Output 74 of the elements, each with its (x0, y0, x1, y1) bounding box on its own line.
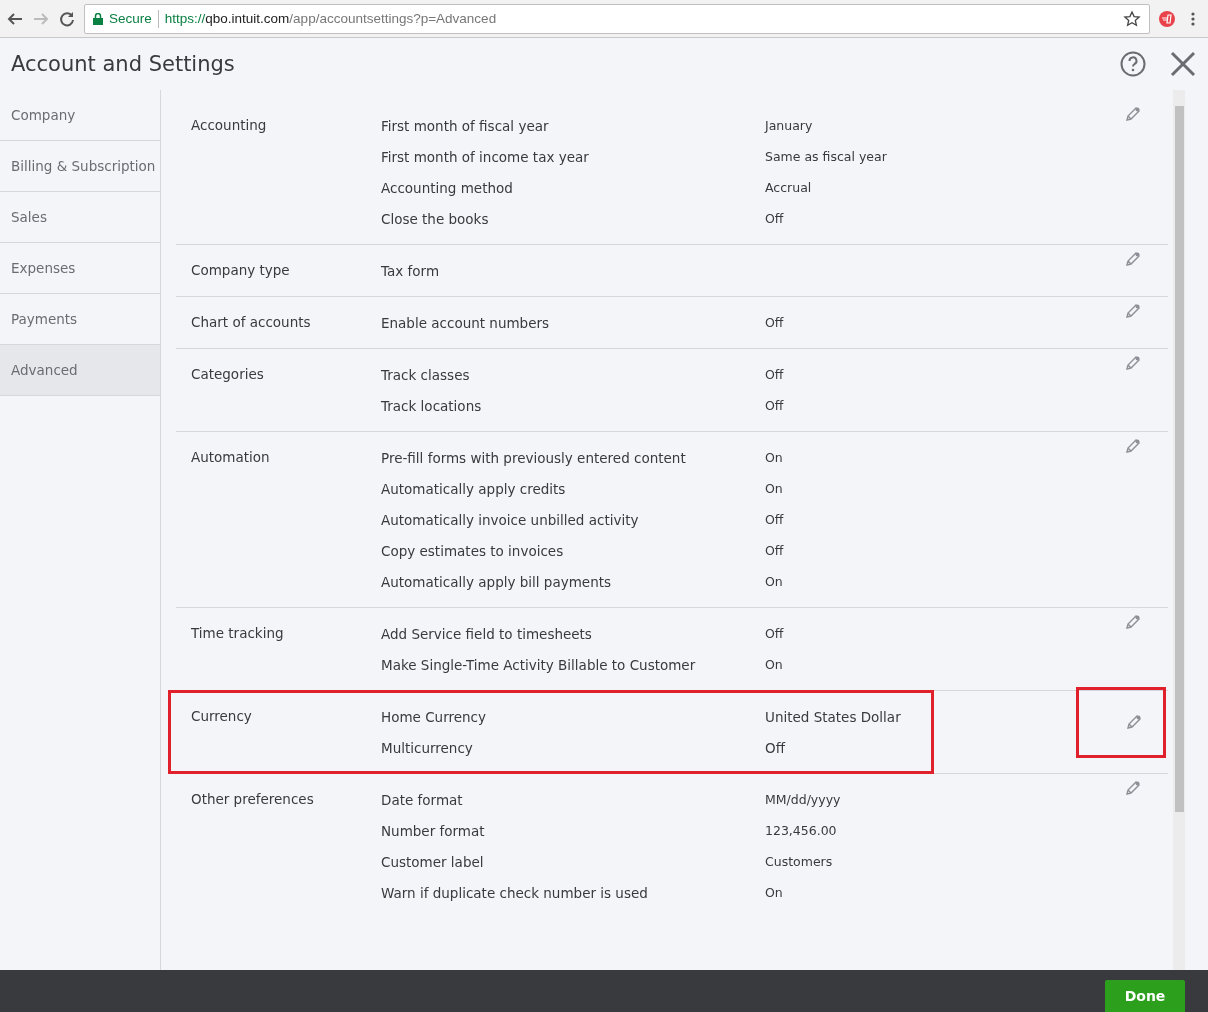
address-bar[interactable]: Secure https://qbo.intuit.com/app/accountsettings?p=Advanced (84, 3, 1150, 34)
extension-icon[interactable] (1158, 9, 1176, 28)
setting-name: Multicurrency (381, 739, 474, 756)
section-label: Time tracking (191, 624, 285, 643)
setting-name: Make Single-Time Activity Billable to Customer (381, 656, 697, 673)
setting-value: Off (765, 543, 784, 558)
section-label: Accounting (191, 116, 268, 135)
setting-name: Copy estimates to invoices (381, 542, 565, 559)
pencil-icon[interactable] (1124, 302, 1142, 320)
setting-value: United States Dollar (765, 708, 901, 725)
setting-value: Off (765, 512, 784, 527)
secure-label: Secure (109, 11, 152, 26)
section-label: Other preferences (191, 790, 315, 809)
setting-name: First month of income tax year (381, 148, 590, 165)
setting-value: Customers (765, 854, 833, 869)
url-text: https://qbo.intuit.com/app/accountsettings?p=Advanced (164, 11, 497, 26)
setting-name: Track locations (381, 397, 483, 414)
star-icon[interactable] (1123, 9, 1141, 28)
setting-value: On (765, 574, 783, 589)
setting-value: 123,456.00 (765, 823, 837, 838)
setting-name: Automatically invoice unbilled activity (381, 511, 640, 528)
pencil-icon[interactable] (1124, 354, 1142, 372)
pencil-icon[interactable] (1125, 713, 1143, 731)
setting-name: Accounting method (381, 179, 514, 196)
section-label: Currency (191, 707, 253, 726)
setting-name: Automatically apply bill payments (381, 573, 612, 590)
setting-value: Off (765, 398, 784, 413)
setting-name: Warn if duplicate check number is used (381, 884, 649, 901)
setting-name: Number format (381, 822, 486, 839)
setting-name: Date format (381, 791, 464, 808)
pencil-icon[interactable] (1124, 437, 1142, 455)
setting-value: On (765, 450, 783, 465)
pencil-icon[interactable] (1124, 779, 1142, 797)
setting-name: Close the books (381, 210, 490, 227)
done-button[interactable]: Done (1105, 980, 1185, 1012)
setting-value: Same as fiscal year (765, 149, 887, 164)
setting-value: Off (765, 315, 784, 330)
setting-value: Off (765, 211, 784, 226)
sidebar-item[interactable]: Expenses (0, 243, 160, 294)
pencil-icon[interactable] (1124, 613, 1142, 631)
lock-icon (93, 12, 103, 25)
sidebar-item[interactable]: Sales (0, 192, 160, 243)
setting-value: On (765, 481, 783, 496)
section-label: Chart of accounts (191, 313, 312, 332)
setting-value: Off (765, 739, 785, 756)
section-label: Automation (191, 448, 271, 467)
setting-name: Enable account numbers (381, 314, 551, 331)
section-label: Company type (191, 261, 291, 280)
help-icon[interactable] (1120, 51, 1146, 77)
setting-name: First month of fiscal year (381, 117, 550, 134)
setting-name: Automatically apply credits (381, 480, 567, 497)
pencil-icon[interactable] (1124, 250, 1142, 268)
setting-value: Off (765, 367, 784, 382)
setting-name: Customer label (381, 853, 485, 870)
reload-icon[interactable] (58, 9, 76, 28)
setting-name: Add Service field to timesheets (381, 625, 593, 642)
sidebar-item[interactable]: Company (0, 90, 160, 141)
scrollbar[interactable] (1173, 90, 1185, 970)
setting-value: On (765, 657, 783, 672)
sidebar-item[interactable]: Advanced (0, 345, 160, 396)
setting-name: Tax form (381, 262, 441, 279)
setting-value: MM/dd/yyyy (765, 792, 841, 807)
sidebar-item[interactable]: Billing & Subscription (0, 141, 160, 192)
setting-value: Off (765, 626, 784, 641)
setting-value: On (765, 885, 783, 900)
setting-name: Home Currency (381, 708, 487, 725)
page-title: Account and Settings (11, 52, 236, 76)
setting-name: Pre-fill forms with previously entered content (381, 449, 687, 466)
setting-value: Accrual (765, 180, 812, 195)
setting-name: Track classes (381, 366, 471, 383)
section-label: Categories (191, 365, 265, 384)
close-icon[interactable] (1170, 51, 1196, 77)
pencil-icon[interactable] (1124, 105, 1142, 123)
setting-value: January (765, 118, 813, 133)
